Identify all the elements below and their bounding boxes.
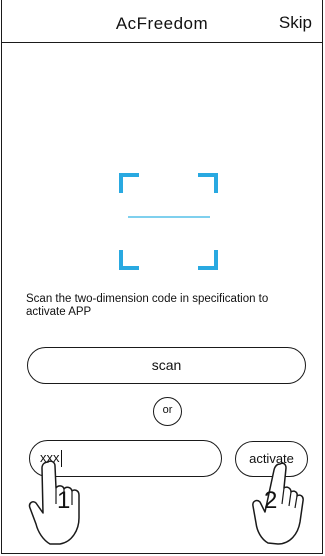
- step-number-1: 1: [57, 487, 71, 514]
- scanner-corner-top-right: [198, 173, 218, 193]
- or-separator: or: [153, 397, 182, 426]
- step-number-2: 2: [264, 487, 278, 514]
- scan-line: [128, 216, 210, 218]
- app-screen: AcFreedom Skip Scan the two-dimension co…: [1, 0, 323, 554]
- scan-button[interactable]: scan: [27, 347, 306, 384]
- scanner-corner-top-left: [119, 173, 139, 193]
- scanner-corner-bottom-left: [119, 250, 139, 270]
- scanner-corner-bottom-right: [198, 250, 218, 270]
- qr-scanner-frame: [2, 0, 322, 300]
- instruction-text: Scan the two-dimension code in specifica…: [26, 293, 269, 318]
- hand-pointer-icon: [252, 462, 304, 545]
